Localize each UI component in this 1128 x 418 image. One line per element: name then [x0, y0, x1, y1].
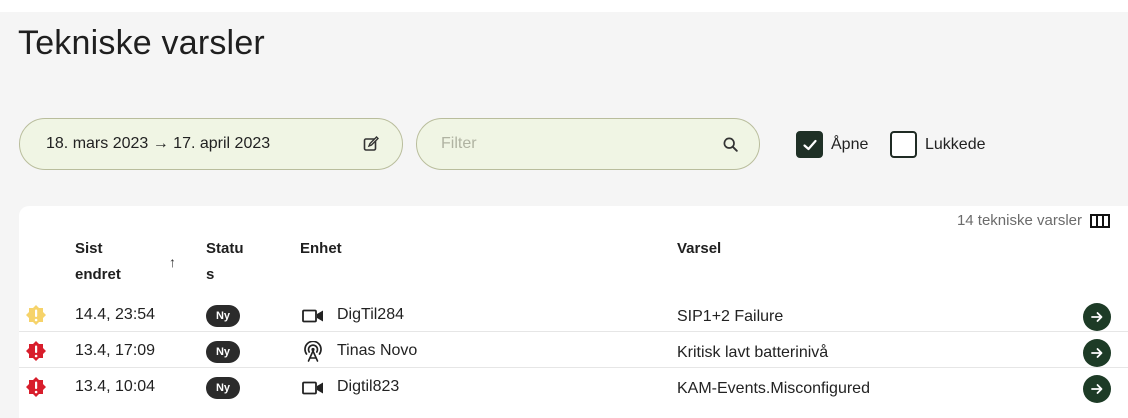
open-filter-checkbox[interactable]: Åpne — [796, 131, 868, 158]
alert-count: 14 tekniske varsler — [956, 212, 1082, 229]
row-device: Tinas Novo — [337, 342, 418, 359]
table-row[interactable]: 13.4, 10:04 Ny Digtil823 KAM-Events.Misc… — [19, 372, 1128, 404]
filter-field[interactable] — [416, 118, 760, 170]
table-row[interactable]: 14.4, 23:54 Ny DigTil284 SIP1+2 Failure — [19, 300, 1128, 332]
status-badge: Ny — [206, 377, 240, 399]
column-header-varsel[interactable]: Varsel — [677, 236, 721, 262]
column-header-sist-endret[interactable]: Sist endret — [75, 236, 135, 288]
arrow-right-icon — [1091, 348, 1103, 358]
search-icon[interactable] — [721, 135, 739, 153]
edit-icon[interactable] — [362, 135, 380, 153]
arrow-right-icon — [1091, 384, 1103, 394]
critical-icon — [25, 340, 47, 362]
page: Tekniske varsler 18. mars 2023 → 17. apr… — [0, 12, 1128, 418]
open-alert-button[interactable] — [1083, 303, 1111, 331]
row-device: DigTil284 — [337, 306, 404, 323]
closed-label: Lukkede — [925, 135, 986, 153]
table-row[interactable]: 13.4, 17:09 Ny Tinas Novo Kritisk lavt b… — [19, 336, 1128, 368]
alerts-table: 14 tekniske varsler Sist endret ↑ Status… — [19, 206, 1128, 418]
page-title: Tekniske varsler — [18, 24, 265, 62]
status-badge: Ny — [206, 305, 240, 327]
row-time: 14.4, 23:54 — [75, 306, 156, 323]
open-alert-button[interactable] — [1083, 339, 1111, 367]
checkbox-unchecked[interactable] — [890, 131, 917, 158]
sort-ascending-icon[interactable]: ↑ — [169, 254, 176, 270]
row-alert: KAM-Events.Misconfigured — [677, 380, 870, 397]
warning-icon — [25, 304, 47, 326]
sensor-icon — [302, 341, 324, 362]
column-header-enhet[interactable]: Enhet — [300, 236, 342, 262]
open-label: Åpne — [831, 135, 869, 153]
date-range-picker[interactable]: 18. mars 2023 → 17. april 2023 — [19, 118, 403, 170]
camera-icon — [302, 378, 324, 398]
filter-input[interactable] — [441, 135, 721, 153]
column-header-status[interactable]: Status — [206, 236, 246, 288]
row-time: 13.4, 10:04 — [75, 378, 156, 395]
columns-icon[interactable] — [1090, 214, 1110, 230]
arrow-right-icon — [1091, 312, 1103, 322]
camera-icon — [302, 306, 324, 326]
critical-icon — [25, 376, 47, 398]
closed-filter-checkbox[interactable]: Lukkede — [890, 131, 986, 158]
checkbox-checked[interactable] — [796, 131, 823, 158]
row-time: 13.4, 17:09 — [75, 342, 156, 359]
date-range-text: 18. mars 2023 → 17. april 2023 — [46, 135, 271, 152]
status-badge: Ny — [206, 341, 240, 363]
open-alert-button[interactable] — [1083, 375, 1111, 403]
row-alert: SIP1+2 Failure — [677, 308, 784, 325]
row-alert: Kritisk lavt batterinivå — [677, 344, 829, 361]
row-device: Digtil823 — [337, 378, 400, 395]
